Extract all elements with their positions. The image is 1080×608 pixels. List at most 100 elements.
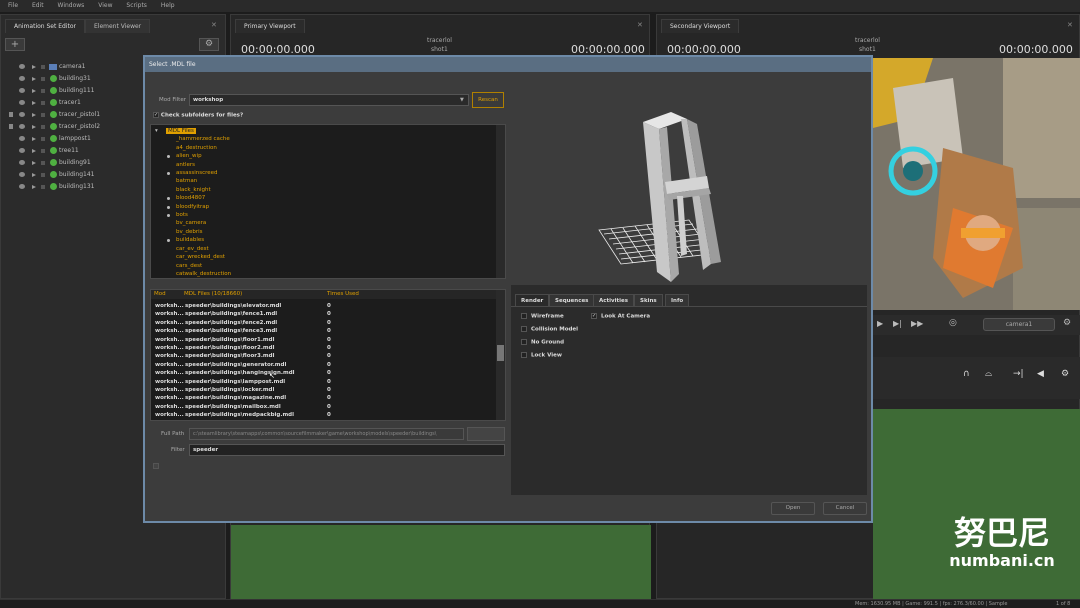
expand-icon[interactable] (32, 77, 36, 81)
expand-icon[interactable] (32, 149, 36, 153)
folder-item[interactable]: bv_debris (154, 228, 231, 236)
folder-item[interactable]: assassinscreed (154, 169, 231, 177)
lock-view-checkbox[interactable] (521, 352, 527, 358)
step-forward-icon[interactable]: ▶| (893, 319, 902, 328)
menu-file[interactable]: File (8, 0, 18, 12)
folder-tree[interactable]: ▾ MDL Files _hammerzed cache a4_destructi… (150, 124, 506, 279)
expand-icon[interactable] (32, 113, 36, 117)
menu-windows[interactable]: Windows (58, 0, 85, 12)
eye-icon[interactable] (19, 172, 25, 177)
file-row[interactable]: worksh... speeder\buildings\floor1.mdl 0 (151, 336, 495, 344)
close-icon[interactable]: ✕ (1067, 21, 1073, 29)
file-row[interactable]: worksh... speeder\buildings\locker.mdl 0 (151, 386, 495, 394)
file-row[interactable]: worksh... speeder\buildings\fence2.mdl 0 (151, 319, 495, 327)
menu-help[interactable]: Help (161, 0, 175, 12)
file-row[interactable]: worksh... speeder\buildings\mailbox.mdl 0 (151, 403, 495, 411)
file-row[interactable]: worksh... speeder\buildings\generator.mdl… (151, 361, 495, 369)
tab-animation-set-editor[interactable]: Animation Set Editor (5, 19, 86, 33)
expand-icon[interactable] (32, 125, 36, 129)
timeline-area[interactable] (873, 409, 1080, 600)
file-row[interactable]: worksh... speeder\buildings\hangingsign.m… (151, 369, 495, 377)
export-icon[interactable]: →| (1013, 369, 1024, 379)
eye-icon[interactable] (19, 160, 25, 165)
eye-icon[interactable] (19, 124, 25, 129)
gear-icon[interactable]: ⚙ (1063, 318, 1071, 328)
folder-item[interactable]: cars_dest (154, 262, 231, 270)
scrollbar[interactable] (496, 290, 505, 420)
expand-icon[interactable] (32, 89, 36, 93)
tab-skins[interactable]: Skins (634, 294, 663, 306)
expand-icon[interactable] (32, 173, 36, 177)
gear-icon[interactable]: ⚙ (1061, 369, 1069, 379)
scrollbar[interactable] (496, 125, 505, 278)
render-view[interactable] (873, 58, 1080, 310)
file-row[interactable]: worksh... speeder\buildings\fence1.mdl 0 (151, 310, 495, 318)
folder-item[interactable]: bloodfyitrap (154, 203, 231, 211)
model-preview[interactable] (511, 74, 867, 283)
folder-item[interactable]: alien_wip (154, 152, 231, 160)
open-button[interactable]: Open (771, 502, 815, 515)
column-mod[interactable]: Mod (154, 291, 166, 297)
check-subfolders-checkbox[interactable]: ✓ (153, 112, 159, 118)
column-mdl-files[interactable]: MDL Files (10/18660) (184, 291, 242, 297)
play-icon[interactable]: ▶ (877, 319, 883, 328)
folder-item[interactable]: bots (154, 211, 231, 219)
filter-input[interactable]: speeder (189, 444, 505, 456)
folder-item[interactable]: black_knight (154, 186, 231, 194)
settings-icon[interactable]: ◎ (949, 318, 957, 328)
expand-icon[interactable] (32, 161, 36, 165)
folder-item[interactable]: bv_camera (154, 219, 231, 227)
file-row[interactable]: worksh... speeder\buildings\floor3.mdl 0 (151, 352, 495, 360)
speaker-icon[interactable]: ◀ (1037, 369, 1044, 379)
menu-scripts[interactable]: Scripts (126, 0, 147, 12)
option-wireframe[interactable]: Wireframe (521, 313, 564, 320)
lock-icon[interactable] (9, 124, 13, 129)
menu-view[interactable]: View (98, 0, 112, 12)
folder-item[interactable]: car_wrecked_dest (154, 253, 231, 261)
folder-item[interactable]: blood4807 (154, 194, 231, 202)
folder-item[interactable]: batman (154, 177, 231, 185)
close-icon[interactable]: ✕ (637, 21, 643, 29)
gear-icon[interactable]: ⚙ (199, 38, 219, 51)
disabled-checkbox[interactable] (153, 463, 159, 469)
magnet-icon[interactable]: ∩ (963, 369, 970, 379)
folder-item[interactable]: ▾ MDL Files (154, 127, 231, 135)
expand-icon[interactable] (32, 65, 36, 69)
menu-edit[interactable]: Edit (32, 0, 44, 12)
option-look-at-camera[interactable]: ✓ Look At Camera (591, 313, 650, 320)
no-ground-checkbox[interactable] (521, 339, 527, 345)
file-row[interactable]: worksh... speeder\buildings\lamppost.mdl 0 (151, 378, 495, 386)
expand-icon[interactable] (32, 137, 36, 141)
folder-item[interactable]: catwalk_destruction (154, 270, 231, 278)
tab-primary-viewport[interactable]: Primary Viewport (235, 19, 305, 33)
file-list[interactable]: Mod MDL Files (10/18660) Times Used work… (150, 289, 506, 421)
headphones-icon[interactable]: ⌓ (985, 369, 992, 379)
dialog-titlebar[interactable]: Select .MDL file (145, 57, 871, 72)
file-row[interactable]: worksh... speeder\buildings\elevator.mdl 0 (151, 302, 495, 310)
rescan-button[interactable]: Rescan (472, 92, 504, 108)
add-button[interactable]: + (5, 38, 25, 51)
file-row[interactable]: worksh... speeder\buildings\floor2.mdl 0 (151, 344, 495, 352)
eye-icon[interactable] (19, 88, 25, 93)
folder-item[interactable]: car_ev_dest (154, 245, 231, 253)
mod-filter-dropdown[interactable]: workshop ▼ (189, 94, 469, 106)
tab-activities[interactable]: Activities (593, 294, 635, 306)
option-no-ground[interactable]: No Ground (521, 339, 564, 346)
option-collision-model[interactable]: Collision Model (521, 326, 578, 333)
timeline-area[interactable] (231, 525, 651, 600)
eye-icon[interactable] (19, 184, 25, 189)
expand-icon[interactable] (32, 185, 36, 189)
folder-item[interactable]: a4_destruction (154, 144, 231, 152)
full-path-field[interactable]: c:\steamlibrary\steamapps\common\sourcef… (189, 428, 464, 440)
camera-dropdown[interactable]: camera1 (983, 318, 1055, 331)
folder-item[interactable]: antlers (154, 161, 231, 169)
look-at-camera-checkbox[interactable]: ✓ (591, 313, 597, 319)
check-subfolders[interactable]: ✓ Check subfolders for files? (153, 112, 243, 119)
lock-icon[interactable] (9, 112, 13, 117)
eye-icon[interactable] (19, 100, 25, 105)
file-row[interactable]: worksh... speeder\buildings\fence3.mdl 0 (151, 327, 495, 335)
folder-item[interactable]: _hammerzed cache (154, 135, 231, 143)
browse-button[interactable] (467, 427, 505, 441)
eye-icon[interactable] (19, 76, 25, 81)
wireframe-checkbox[interactable] (521, 313, 527, 319)
